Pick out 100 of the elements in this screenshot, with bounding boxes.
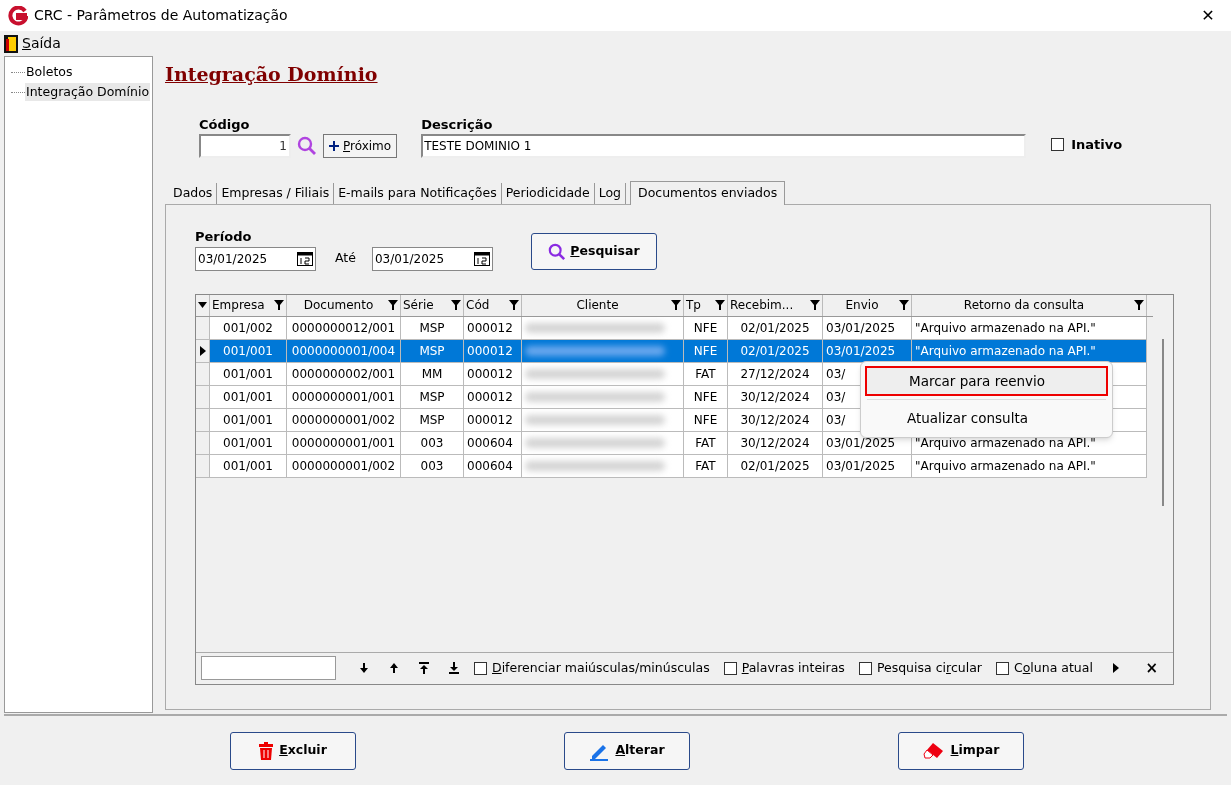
- table-cell: 000012: [464, 339, 522, 362]
- column-header[interactable]: Documento: [287, 294, 401, 316]
- date-field[interactable]: 03/01/2025: [371, 246, 493, 271]
- table-cell: 001/002: [210, 316, 287, 339]
- table-cell: "Arquivo armazenado na API.": [912, 454, 1147, 477]
- calendar-icon[interactable]: [297, 251, 313, 266]
- table-cell: 0000000001/002: [287, 454, 401, 477]
- checkbox[interactable]: [723, 661, 737, 675]
- table-cell: 001/001: [210, 339, 287, 362]
- code-field[interactable]: 1: [199, 134, 291, 158]
- filter-icon[interactable]: [1134, 300, 1144, 310]
- close-button[interactable]: ×: [1145, 656, 1158, 680]
- table-cell: MSP: [401, 339, 464, 362]
- row-header[interactable]: [196, 339, 210, 362]
- table-cell: 30/12/2024: [728, 385, 823, 408]
- tab[interactable]: Documentos enviados: [630, 181, 786, 205]
- table-cell: 02/01/2025: [728, 316, 823, 339]
- table-cell: 003: [401, 454, 464, 477]
- filter-icon[interactable]: [810, 300, 820, 310]
- field-label: Código: [199, 115, 251, 134]
- table-cell: 27/12/2024: [728, 362, 823, 385]
- table-cell: FAT: [684, 362, 728, 385]
- checkbox-label: Coluna atual: [1013, 658, 1093, 677]
- table-cell: 000604: [464, 431, 522, 454]
- checkbox[interactable]: [1051, 137, 1065, 151]
- column-header[interactable]: Envio: [823, 294, 912, 316]
- logo-icon: [8, 5, 28, 26]
- table-cell: 03/01/2025: [823, 454, 912, 477]
- tree-item[interactable]: Integração Domínio: [25, 82, 151, 102]
- first-icon[interactable]: [418, 662, 430, 674]
- date-field[interactable]: 03/01/2025: [195, 246, 316, 271]
- trash-icon: [259, 741, 274, 760]
- action-button[interactable]: Alterar: [564, 731, 690, 770]
- column-header[interactable]: Tp: [684, 294, 728, 316]
- filter-icon[interactable]: [715, 300, 725, 310]
- table-row[interactable]: 001/002 0000000012/001 MSP 000012 NFE 02/01/2025 03/01/2025 "Arquivo armazenado na API.": [196, 316, 1147, 340]
- checkbox-label: Palavras inteiras: [741, 658, 845, 677]
- table-cell: 30/12/2024: [728, 408, 823, 431]
- filter-icon[interactable]: [509, 300, 519, 310]
- calendar-icon[interactable]: [473, 251, 490, 266]
- next-button[interactable]: Próximo: [323, 134, 398, 158]
- checkbox[interactable]: [995, 661, 1009, 675]
- caret-icon[interactable]: [198, 302, 207, 308]
- previous-icon[interactable]: [388, 662, 400, 674]
- menu-item[interactable]: Marcar para reenvio: [865, 366, 1108, 396]
- table-cell: MSP: [401, 385, 464, 408]
- column-header[interactable]: Empresa: [210, 294, 287, 316]
- checkbox[interactable]: [858, 661, 872, 675]
- last-icon[interactable]: [448, 662, 460, 674]
- page-heading: Integração Domínio: [165, 62, 378, 87]
- filter-icon[interactable]: [274, 300, 284, 310]
- table-cell: 000012: [464, 362, 522, 385]
- table-cell: FAT: [684, 431, 728, 454]
- table-cell: 0000000001/001: [287, 431, 401, 454]
- table-cell: NFE: [684, 408, 728, 431]
- column-header[interactable]: Cód: [464, 294, 522, 316]
- checkbox-label: Pesquisa circular: [876, 658, 982, 677]
- search-icon: [548, 242, 567, 261]
- column-header[interactable]: Série: [401, 294, 464, 316]
- table-cell: 001/001: [210, 454, 287, 477]
- next-icon[interactable]: [358, 662, 370, 674]
- search-icon[interactable]: [297, 136, 317, 156]
- table-cell: 02/01/2025: [728, 454, 823, 477]
- table-row[interactable]: 001/001 0000000001/002 003 000604 FAT 02/01/2025 03/01/2025 "Arquivo armazenado na API.": [196, 454, 1147, 478]
- table-cell: 0000000001/004: [287, 339, 401, 362]
- table-cell: 001/001: [210, 385, 287, 408]
- table-cell: 000604: [464, 454, 522, 477]
- table-cell: NFE: [684, 385, 728, 408]
- table-cell: 0000000002/001: [287, 362, 401, 385]
- action-button[interactable]: Limpar: [898, 731, 1024, 770]
- checkbox-label: Inativo: [1071, 135, 1123, 154]
- filter-icon[interactable]: [388, 300, 398, 310]
- column-header[interactable]: Cliente: [522, 294, 684, 316]
- more-icon[interactable]: [1112, 663, 1119, 673]
- close-button[interactable]: ✕: [1193, 3, 1223, 28]
- table-cell: 0000000001/002: [287, 408, 401, 431]
- table-cell: 02/01/2025: [728, 339, 823, 362]
- column-header[interactable]: Retorno da consulta: [912, 294, 1147, 316]
- checkbox[interactable]: [474, 661, 487, 675]
- table-cell: 001/001: [210, 431, 287, 454]
- table-cell: 000012: [464, 316, 522, 339]
- menu-item[interactable]: Saída: [22, 33, 61, 54]
- filter-icon[interactable]: [899, 300, 909, 310]
- filter-icon[interactable]: [451, 300, 461, 310]
- search-button[interactable]: Pesquisar: [530, 233, 657, 270]
- field-label: Descrição: [421, 115, 494, 134]
- table-cell: 0000000012/001: [287, 316, 401, 339]
- table-cell: 30/12/2024: [728, 431, 823, 454]
- eraser-icon: [922, 741, 945, 760]
- find-field[interactable]: [201, 656, 336, 680]
- tree-item[interactable]: Boletos: [25, 62, 74, 82]
- filter-icon[interactable]: [671, 300, 681, 310]
- description-field[interactable]: TESTE DOMINIO 1: [421, 134, 1027, 158]
- table-cell: NFE: [684, 339, 728, 362]
- column-header[interactable]: Recebim...: [728, 294, 823, 316]
- action-button[interactable]: Excluir: [230, 731, 356, 770]
- table-cell: MM: [401, 362, 464, 385]
- table-cell: 000012: [464, 385, 522, 408]
- door-icon: [4, 34, 18, 53]
- table-cell: 003: [401, 431, 464, 454]
